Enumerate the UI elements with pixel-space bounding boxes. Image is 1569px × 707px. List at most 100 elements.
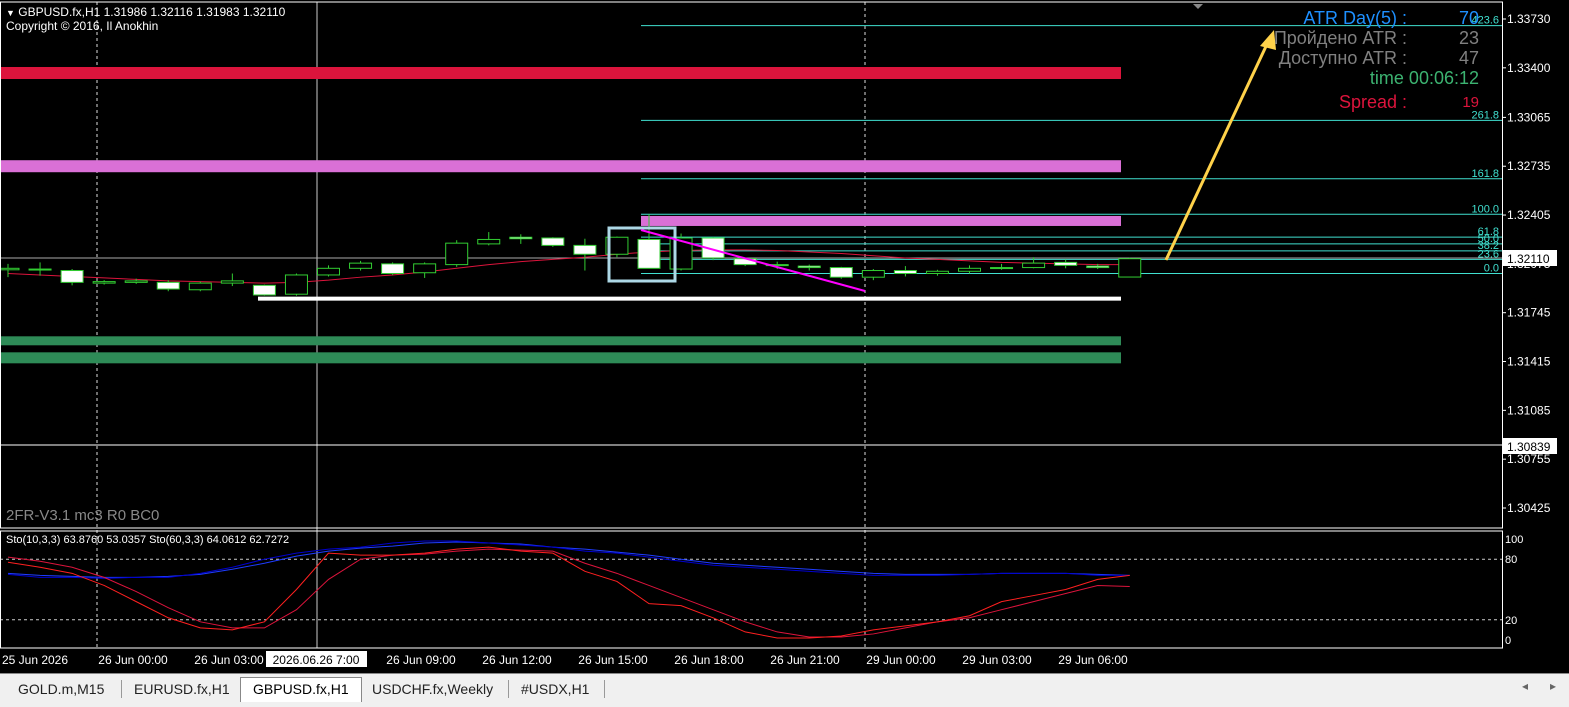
marker-price-label: 1.30839 <box>1507 440 1551 454</box>
candle-bull <box>477 238 501 245</box>
price-tick-label: 1.30755 <box>1507 452 1551 466</box>
candle-bull <box>349 262 373 269</box>
stochastic-label: Sto(10,3,3) 63.8760 53.0357 Sto(60,3,3) … <box>6 534 290 546</box>
candle-bear <box>637 238 661 269</box>
candle-time-remaining: time 00:06:12 <box>1369 68 1479 88</box>
sto-pane-border <box>0 530 1503 649</box>
current-price-label: 1.32110 <box>1507 252 1550 266</box>
tab-gold-m15[interactable]: GOLD.m,M15 <box>6 678 116 700</box>
price-tick-label: 1.33730 <box>1507 12 1551 26</box>
sto10-main-line <box>7 546 1130 639</box>
resistance-zone-red <box>0 67 1121 80</box>
fibo-level-label: 161.8 <box>1471 168 1499 180</box>
sto60-signal-line <box>7 541 1130 578</box>
dropdown-triangle-icon[interactable]: ▼ <box>6 8 15 18</box>
candle-bull <box>990 267 1014 270</box>
support-zone-green-2 <box>0 352 1121 364</box>
price-tick-label: 1.33065 <box>1507 110 1551 124</box>
tab-gbpusd-h1[interactable]: GBPUSD.fx,H1 <box>240 677 362 702</box>
passed-atr-value: 23 <box>1458 28 1479 48</box>
candle-bull <box>861 270 885 278</box>
tab-usdx-h1[interactable]: #USDX,H1 <box>509 678 601 700</box>
candle-bear <box>1054 261 1078 266</box>
fibo-level-label: 23.6 <box>1478 248 1499 260</box>
candle-bear <box>156 281 180 290</box>
price-tick-label: 1.31745 <box>1507 306 1551 320</box>
candle-bull <box>124 280 148 283</box>
candle-bear <box>1086 265 1110 269</box>
time-tick-label: 26 Jun 09:00 <box>386 653 456 667</box>
sto-level-label: 80 <box>1505 554 1517 566</box>
candle-bear <box>573 244 597 255</box>
zone-violet-mid <box>641 215 1121 226</box>
symbol-quote-line: GBPUSD.fx,H1 1.31986 1.32116 1.31983 1.3… <box>18 5 286 19</box>
candle-bear <box>381 263 405 274</box>
time-tick-label: 26 Jun 00:00 <box>98 653 168 667</box>
candle-bull <box>317 267 340 276</box>
candle-bull <box>220 280 244 284</box>
price-tick-label: 1.32405 <box>1507 208 1551 222</box>
spread-value: 19 <box>1462 94 1479 111</box>
atr-label: ATR Day(5) : <box>1303 8 1407 28</box>
time-tick-label: 29 Jun 06:00 <box>1058 653 1128 667</box>
price-tick-label: 1.31415 <box>1507 355 1551 369</box>
main-price-pane: 423.6261.8161.8100.061.850.038.223.60.0 <box>0 2 1502 648</box>
tab-divider <box>604 680 605 698</box>
price-tick-label: 1.33400 <box>1507 61 1551 75</box>
scroll-left-arrow-icon[interactable]: ◂ <box>1522 679 1528 693</box>
sto-level-label: 100 <box>1505 534 1523 546</box>
candle-bull <box>958 267 981 272</box>
candle-bull <box>1118 258 1142 278</box>
candle-bear <box>893 270 917 274</box>
candle-bull <box>0 267 20 271</box>
candle-bear <box>797 265 821 269</box>
time-tick-label: 29 Jun 03:00 <box>962 653 1032 667</box>
tab-usdchf-weekly[interactable]: USDCHF.fx,Weekly <box>360 678 505 700</box>
time-tick-label: 26 Jun 03:00 <box>194 653 264 667</box>
candle-bull <box>284 274 308 295</box>
support-zone-green-1 <box>0 336 1121 346</box>
moving-average-line <box>7 249 1130 284</box>
fibo-level-label: 261.8 <box>1471 109 1499 121</box>
tab-eurusd-h1[interactable]: EURUSD.fx,H1 <box>122 678 242 700</box>
candle-bear <box>509 236 533 240</box>
candle-bear <box>28 268 52 271</box>
scroll-right-arrow-icon[interactable]: ▸ <box>1550 679 1556 693</box>
candle-bull <box>925 270 949 274</box>
atr-value: 70 <box>1458 8 1479 28</box>
candle-bull <box>92 281 116 284</box>
symbol-header: ▼ GBPUSD.fx,H1 1.31986 1.32116 1.31983 1… <box>6 5 285 19</box>
price-tick-label: 1.30425 <box>1507 501 1551 515</box>
available-atr-label: Доступно ATR : <box>1278 48 1407 68</box>
fibo-level-label: 100.0 <box>1471 203 1499 215</box>
chart-canvas[interactable]: 423.6261.8161.8100.061.850.038.223.60.0 … <box>0 0 1569 706</box>
indicator-watermark: 2FR-V3.1 mc3 R0 BC0 <box>6 507 160 524</box>
candle-bear <box>60 270 84 283</box>
support-line-white <box>258 296 1121 301</box>
time-tick-label: 26 Jun 12:00 <box>482 653 552 667</box>
spread-label: Spread : <box>1338 92 1407 112</box>
fibo-level-label: 0.0 <box>1484 262 1499 274</box>
sto-level-label: 0 <box>1505 635 1511 647</box>
chart-tab-bar: GOLD.m,M15 EURUSD.fx,H1 GBPUSD.fx,H1 USD… <box>0 673 1569 707</box>
time-tick-label: 26 Jun 21:00 <box>770 653 840 667</box>
crosshair-time-label: 2026.06.26 7:00 <box>273 653 360 667</box>
copyright-text: Copyright © 2016, Il Anokhin <box>6 19 159 33</box>
candle-bull <box>188 282 212 291</box>
available-atr-value: 47 <box>1458 48 1479 68</box>
shift-marker-icon <box>1193 4 1203 9</box>
price-tick-label: 1.31085 <box>1507 403 1551 417</box>
resistance-zone-violet <box>0 160 1121 173</box>
sto60-main-line <box>7 540 1130 579</box>
time-tick-label: 29 Jun 00:00 <box>866 653 936 667</box>
candle-bull <box>445 242 469 266</box>
candle-bear <box>252 284 276 296</box>
time-tick-label: 25 Jun 2026 <box>2 653 68 667</box>
candle-bull <box>413 263 437 274</box>
price-tick-label: 1.32735 <box>1507 159 1551 173</box>
time-tick-label: 26 Jun 15:00 <box>578 653 648 667</box>
passed-atr-label: Пройдено ATR : <box>1273 28 1407 48</box>
candle-bull <box>1022 262 1046 269</box>
time-tick-label: 26 Jun 18:00 <box>674 653 744 667</box>
sto-level-label: 20 <box>1505 615 1517 627</box>
